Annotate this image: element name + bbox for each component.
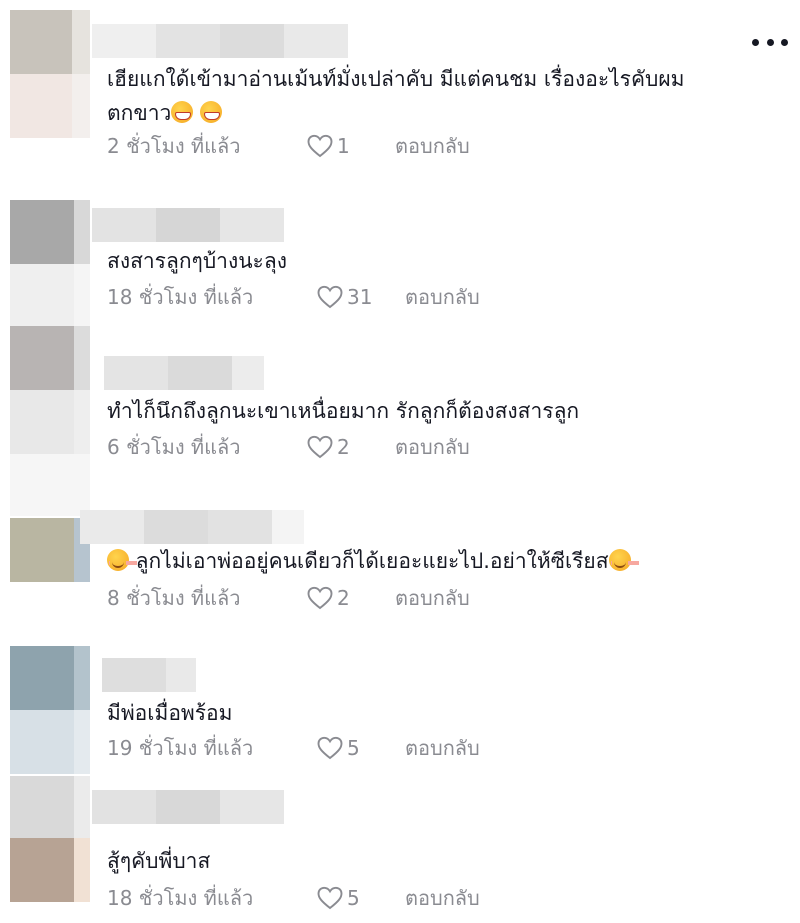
timestamp: 18 ชั่วโมง ที่แล้ว — [107, 285, 254, 309]
username-blurred[interactable] — [104, 356, 264, 390]
heart-outline-icon — [317, 285, 343, 309]
avatar[interactable] — [10, 326, 90, 516]
comment-text: ทำไก็นึกถึงลูกนะเขาเหนื่อยมาก รักลูกก็ต้… — [107, 399, 580, 423]
avatar[interactable] — [10, 200, 90, 328]
like-count: 5 — [347, 736, 360, 760]
comment-meta: 19 ชั่วโมง ที่แล้ว 5 ตอบกลับ — [107, 732, 480, 764]
avatar[interactable] — [10, 776, 90, 923]
username-blurred[interactable] — [92, 790, 284, 824]
heart-outline-icon — [307, 586, 333, 610]
heart-outline-icon — [317, 886, 343, 910]
comment-meta: 6 ชั่วโมง ที่แล้ว 2 ตอบกลับ — [107, 431, 470, 463]
like-count: 31 — [347, 285, 373, 309]
username-blurred[interactable] — [92, 208, 284, 242]
reply-button[interactable]: ตอบกลับ — [395, 431, 470, 463]
like-count: 2 — [337, 435, 350, 459]
comment-meta: 18 ชั่วโมง ที่แล้ว 5 ตอบกลับ — [107, 882, 480, 914]
avatar[interactable] — [10, 646, 90, 774]
reply-button[interactable]: ตอบกลับ — [405, 281, 480, 313]
comment-text: มีพ่อเมื่อพร้อม — [107, 701, 233, 725]
comment-meta: 18 ชั่วโมง ที่แล้ว 31 ตอบกลับ — [107, 281, 480, 313]
comment-item: สงสารลูกๆบ้างนะลุง 18 ชั่วโมง ที่แล้ว 31… — [0, 200, 800, 328]
comment-item: มีพ่อเมื่อพร้อม 19 ชั่วโมง ที่แล้ว 5 ตอบ… — [0, 646, 800, 776]
username-blurred[interactable] — [102, 658, 196, 692]
reply-button[interactable]: ตอบกลับ — [405, 732, 480, 764]
comment-item: สู้ๆคับพี่บาส 18 ชั่วโมง ที่แล้ว 5 ตอบกล… — [0, 776, 800, 923]
heart-outline-icon — [317, 736, 343, 760]
grinning-face-icon — [199, 101, 222, 123]
comment-meta: 2 ชั่วโมง ที่แล้ว 1 ตอบกลับ — [107, 130, 470, 162]
smiling-face-icon — [107, 549, 129, 571]
like-button[interactable]: 1 — [307, 134, 395, 158]
comment-text: สู้ๆคับพี่บาส — [107, 849, 211, 873]
avatar[interactable] — [10, 10, 90, 138]
comment-text: ลูกไม่เอาพ่ออยู่คนเดียวก็ได้เยอะแยะไป.อย… — [107, 544, 631, 578]
like-button[interactable]: 5 — [317, 736, 405, 760]
grinning-face-icon — [171, 101, 194, 123]
reply-button[interactable]: ตอบกลับ — [395, 582, 470, 614]
timestamp: 2 ชั่วโมง ที่แล้ว — [107, 134, 241, 158]
comment-text: สงสารลูกๆบ้างนะลุง — [107, 249, 287, 273]
timestamp: 8 ชั่วโมง ที่แล้ว — [107, 586, 241, 610]
heart-outline-icon — [307, 435, 333, 459]
username-blurred[interactable] — [80, 510, 304, 544]
like-count: 5 — [347, 886, 360, 910]
like-button[interactable]: 5 — [317, 886, 405, 910]
heart-outline-icon — [307, 134, 333, 158]
comment-meta: 8 ชั่วโมง ที่แล้ว 2 ตอบกลับ — [107, 582, 470, 614]
username-blurred[interactable] — [92, 24, 348, 58]
like-button[interactable]: 31 — [317, 285, 405, 309]
timestamp: 18 ชั่วโมง ที่แล้ว — [107, 886, 254, 910]
like-count: 1 — [337, 134, 350, 158]
comment-item: ลูกไม่เอาพ่ออยู่คนเดียวก็ได้เยอะแยะไป.อย… — [0, 510, 800, 630]
comment-text: เฮียแกใด้เข้ามาอ่านเม้นท์มั่งเปล่าคับ มี… — [107, 67, 685, 125]
comment-item: ทำไก็นึกถึงลูกนะเขาเหนื่อยมาก รักลูกก็ต้… — [0, 326, 800, 516]
comment-item: เฮียแกใด้เข้ามาอ่านเม้นท์มั่งเปล่าคับ มี… — [0, 10, 800, 180]
like-button[interactable]: 2 — [307, 586, 395, 610]
like-count: 2 — [337, 586, 350, 610]
avatar[interactable] — [10, 518, 90, 582]
reply-button[interactable]: ตอบกลับ — [395, 130, 470, 162]
timestamp: 19 ชั่วโมง ที่แล้ว — [107, 736, 254, 760]
timestamp: 6 ชั่วโมง ที่แล้ว — [107, 435, 241, 459]
reply-button[interactable]: ตอบกลับ — [405, 882, 480, 914]
like-button[interactable]: 2 — [307, 435, 395, 459]
smiling-face-icon — [608, 549, 631, 571]
